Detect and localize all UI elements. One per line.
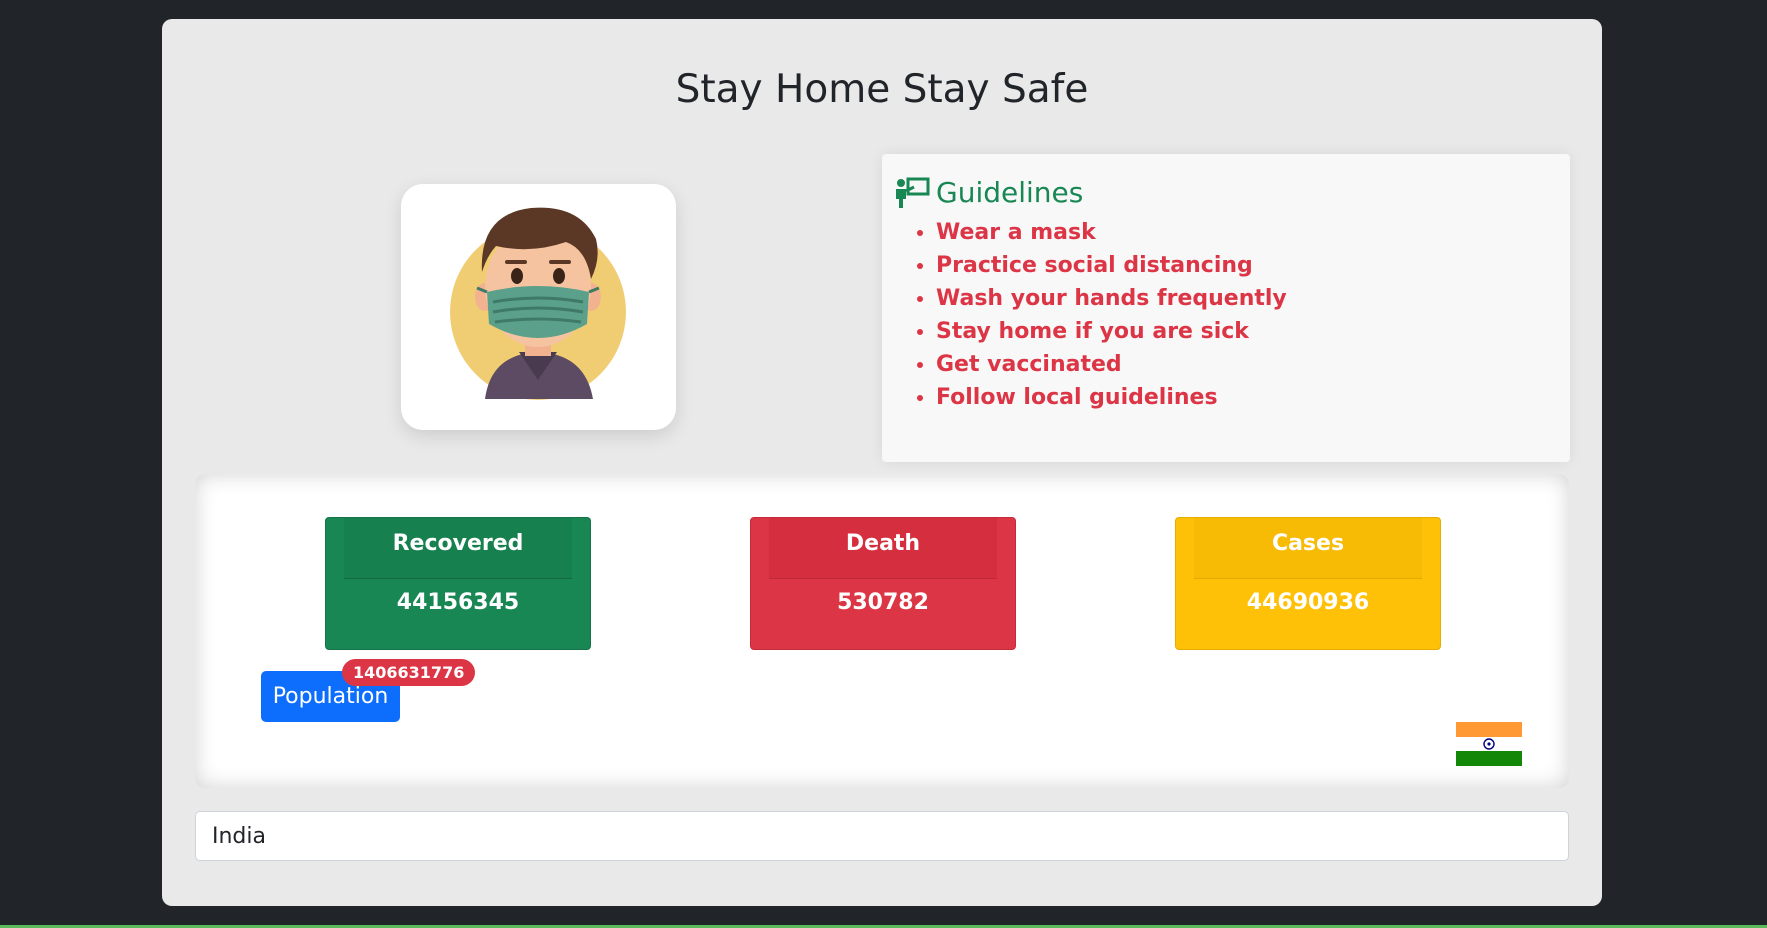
guideline-item: Practice social distancing [936,249,1287,282]
guidelines-title: Guidelines [936,176,1084,209]
country-input[interactable] [195,811,1569,861]
death-label: Death [769,518,997,579]
death-card: Death 530782 [750,517,1016,650]
avatar-card [401,184,676,430]
guideline-item: Wash your hands frequently [936,282,1287,315]
india-flag-icon [1456,722,1522,766]
masked-person-icon [450,207,626,400]
recovered-value: 44156345 [396,590,520,615]
cases-label: Cases [1194,518,1422,579]
guideline-item: Wear a mask [936,216,1287,249]
stats-panel: Recovered 44156345 Death 530782 Cases 44… [195,474,1569,788]
death-value: 530782 [837,590,929,615]
guideline-item: Stay home if you are sick [936,315,1287,348]
guideline-item: Follow local guidelines [936,381,1287,414]
guidelines-panel: Guidelines Wear a mask Practice social d… [882,154,1570,462]
recovered-label: Recovered [344,518,572,579]
guidelines-heading: Guidelines [894,176,1083,209]
guideline-item: Get vaccinated [936,348,1287,381]
cases-value: 44690936 [1246,590,1370,615]
page-title: Stay Home Stay Safe [675,67,1089,112]
cases-card: Cases 44690936 [1175,517,1441,650]
teacher-presentation-icon [896,177,930,208]
population-badge: 1406631776 [342,659,476,686]
recovered-card: Recovered 44156345 [325,517,591,650]
main-card: Stay Home Stay Safe Guidelines • Wear a … [162,19,1602,906]
guidelines-list: Wear a mask Practice social distancing W… [900,216,1287,414]
